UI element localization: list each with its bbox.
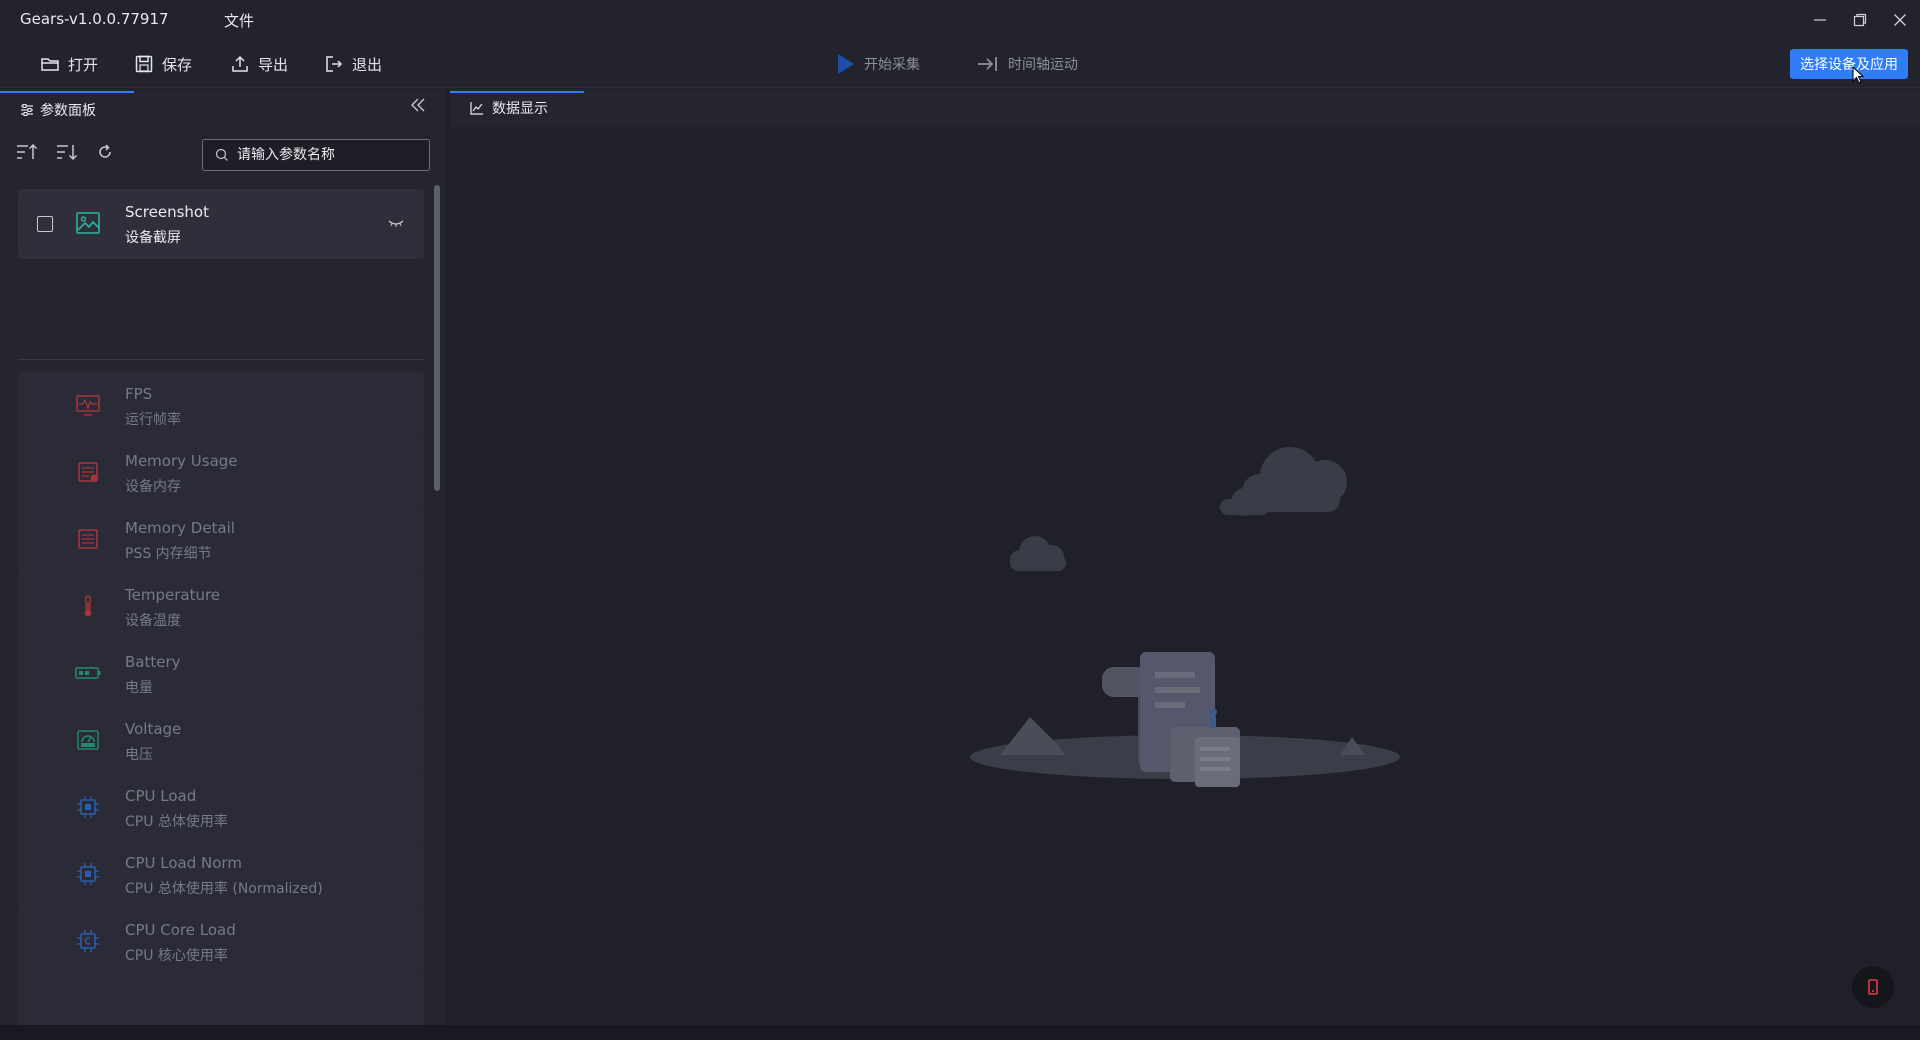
parameter-title: FPS (125, 385, 153, 403)
phone-icon (1868, 979, 1878, 995)
parameter-item-cpu-load[interactable]: CPU Load CPU 总体使用率 (18, 773, 424, 841)
parameter-panel: 参数面板 Screenshot 设备截屏 FPS 运行帧率 Memory Us (0, 89, 446, 1025)
parameter-title: CPU Load Norm (125, 854, 242, 872)
start-capture-label: 开始采集 (864, 57, 920, 73)
save-icon (135, 55, 153, 73)
mouse-cursor-icon (1852, 66, 1864, 84)
voltage-icon (77, 730, 99, 750)
sliders-icon (21, 104, 33, 116)
parameter-title: Temperature (125, 586, 221, 604)
parameter-item-fps[interactable]: FPS 运行帧率 (18, 371, 424, 439)
parameter-checkbox[interactable] (37, 216, 53, 232)
close-button[interactable] (1880, 0, 1920, 40)
data-tab-label: 数据显示 (492, 101, 548, 117)
toolbar: 打开 保存 导出 退出 开始采集 时间轴运动 选择设备及应用 (0, 40, 1920, 88)
data-display-tabbar: 数据显示 (450, 89, 1920, 127)
title-bar: Gears-v1.0.0.77917 文件 (0, 0, 1920, 40)
start-capture-button[interactable]: 开始采集 (836, 52, 920, 76)
sort-ascending-icon[interactable] (16, 143, 38, 161)
collapse-panel-icon[interactable] (410, 97, 426, 113)
parameter-title: CPU Core Load (125, 921, 236, 939)
list-divider (18, 359, 424, 360)
parameter-title: CPU Load (125, 787, 197, 805)
parameter-title: Memory Detail (125, 519, 235, 537)
parameter-item-memory-detail[interactable]: Memory Detail PSS 内存细节 (18, 505, 424, 573)
parameter-subtitle: 运行帧率 (125, 412, 181, 428)
battery-icon (75, 667, 101, 679)
arrow-to-line-icon (978, 57, 997, 71)
minimize-button[interactable] (1800, 0, 1840, 40)
panel-tab-label: 参数面板 (40, 103, 96, 119)
timeline-button[interactable]: 时间轴运动 (976, 52, 1078, 76)
parameter-item-screenshot[interactable]: Screenshot 设备截屏 (18, 189, 424, 259)
cpu-icon (77, 796, 99, 818)
cpu-core-icon (77, 930, 99, 952)
close-icon (1894, 14, 1906, 26)
export-button[interactable]: 导出 (230, 52, 288, 76)
parameter-subtitle: CPU 总体使用率 (125, 814, 228, 830)
select-device-button[interactable]: 选择设备及应用 (1790, 49, 1908, 79)
file-menu[interactable]: 文件 (224, 10, 254, 31)
parameter-item-memory-usage[interactable]: Memory Usage 设备内存 (18, 438, 424, 506)
line-chart-icon (470, 102, 483, 115)
open-button[interactable]: 打开 (40, 52, 98, 76)
memory-usage-icon (78, 462, 98, 482)
parameter-subtitle: 电压 (125, 747, 153, 763)
parameter-subtitle: CPU 总体使用率 (Normalized) (125, 881, 323, 897)
play-icon (838, 54, 854, 74)
parameter-item-partial[interactable] (18, 974, 424, 1025)
search-box (202, 139, 430, 171)
memory-detail-icon (78, 529, 98, 549)
restore-button[interactable] (1840, 0, 1880, 40)
parameter-subtitle: 设备温度 (125, 613, 181, 629)
parameter-subtitle: 设备内存 (125, 479, 181, 495)
save-label: 保存 (162, 55, 193, 74)
status-bar (0, 1025, 1920, 1040)
device-button[interactable] (1852, 966, 1894, 1008)
parameter-title: Screenshot (125, 203, 209, 221)
app-title: Gears-v1.0.0.77917 (20, 10, 169, 28)
exit-label: 退出 (352, 55, 383, 74)
search-icon (215, 148, 228, 161)
parameter-item-voltage[interactable]: Voltage 电压 (18, 706, 424, 774)
save-button[interactable]: 保存 (134, 52, 192, 76)
parameter-item-battery[interactable]: Battery 电量 (18, 639, 424, 707)
parameter-list: Screenshot 设备截屏 FPS 运行帧率 Memory Usage 设备… (18, 189, 424, 1025)
folder-icon (41, 58, 59, 71)
export-label: 导出 (258, 55, 289, 74)
window-controls (1800, 0, 1920, 40)
parameter-item-cpu-core-load[interactable]: CPU Core Load CPU 核心使用率 (18, 907, 424, 975)
tab-data-display[interactable]: 数据显示 (450, 89, 584, 127)
parameter-title: Memory Usage (125, 452, 238, 470)
search-input[interactable] (237, 147, 417, 163)
list-scrollbar[interactable] (434, 185, 440, 491)
parameter-item-temperature[interactable]: Temperature 设备温度 (18, 572, 424, 640)
restore-icon (1853, 13, 1867, 27)
panel-tab-indicator (0, 91, 134, 93)
monitor-pulse-icon (76, 395, 100, 416)
thermometer-icon (84, 595, 92, 617)
timeline-label: 时间轴运动 (1008, 57, 1078, 73)
empty-state-illustration (970, 447, 1400, 787)
refresh-icon[interactable] (96, 143, 114, 161)
minimize-icon (1814, 19, 1826, 21)
eye-closed-icon[interactable] (388, 219, 404, 227)
parameter-subtitle: 设备截屏 (125, 230, 181, 246)
image-icon (76, 212, 100, 234)
logout-icon (326, 56, 343, 72)
sort-controls (16, 143, 114, 161)
parameter-title: Voltage (125, 720, 182, 738)
parameter-subtitle: CPU 核心使用率 (125, 948, 228, 964)
sort-descending-icon[interactable] (56, 143, 78, 161)
export-icon (232, 55, 248, 72)
parameter-item-cpu-load-norm[interactable]: CPU Load Norm CPU 总体使用率 (Normalized) (18, 840, 424, 908)
exit-button[interactable]: 退出 (324, 52, 382, 76)
tab-parameter-panel[interactable]: 参数面板 (0, 94, 134, 126)
parameter-title: Battery (125, 653, 181, 671)
parameter-subtitle: PSS 内存细节 (125, 546, 212, 562)
parameter-subtitle: 电量 (125, 680, 153, 696)
open-label: 打开 (68, 55, 99, 74)
cpu-icon (77, 863, 99, 885)
data-display-area (450, 127, 1920, 1025)
